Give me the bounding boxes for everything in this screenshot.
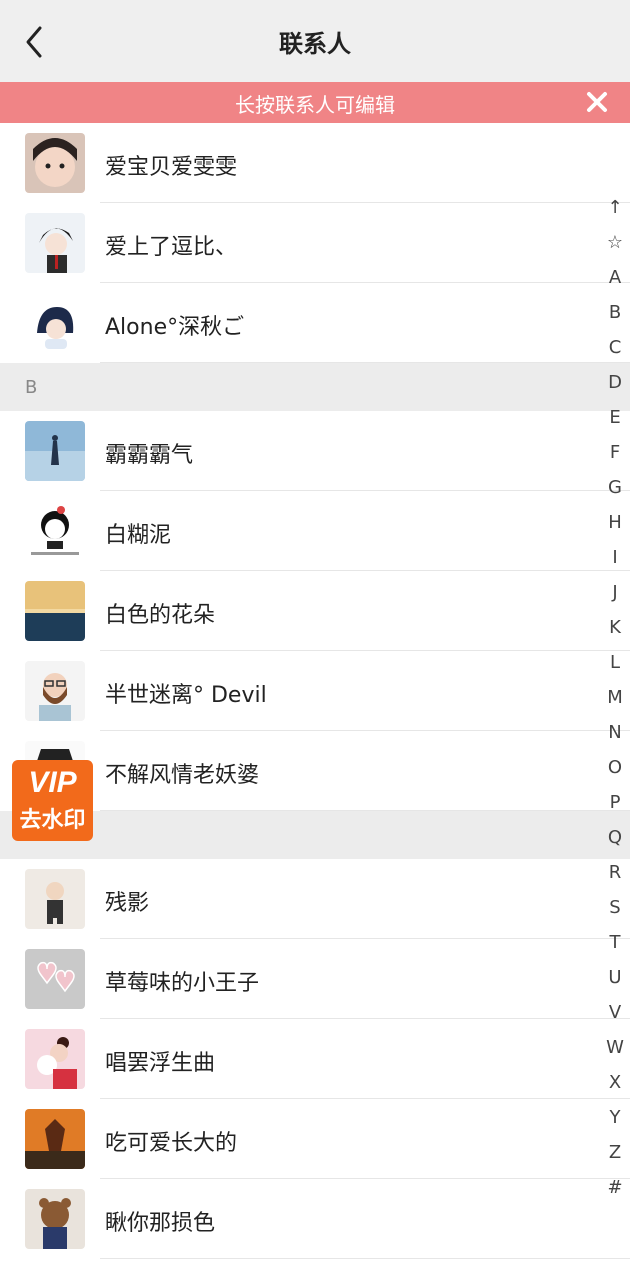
index-letter[interactable]: Z (600, 1140, 630, 1175)
contact-row[interactable]: 半世迷离° Devil (0, 651, 630, 731)
contact-name: 霸霸霸气 (105, 443, 194, 468)
contact-row[interactable]: 霸霸霸气 (0, 411, 630, 491)
index-letter[interactable]: T (600, 930, 630, 965)
contact-avatar (25, 1029, 85, 1089)
index-letter[interactable]: I (600, 545, 630, 580)
index-letter[interactable]: F (600, 440, 630, 475)
contact-row[interactable]: 白色的花朵 (0, 571, 630, 651)
index-letter[interactable]: # (600, 1175, 630, 1210)
contact-name: 白糊泥 (105, 523, 172, 548)
close-icon (587, 92, 607, 112)
contact-avatar (25, 949, 85, 1009)
contact-row[interactable]: 瞅你那损色 (0, 1179, 630, 1259)
contact-row[interactable]: 爱上了逗比、 (0, 203, 630, 283)
index-letter[interactable]: J (600, 580, 630, 615)
vip-label: VIP (28, 766, 77, 799)
contact-avatar (25, 661, 85, 721)
index-letter[interactable]: O (600, 755, 630, 790)
close-banner-button[interactable] (582, 87, 612, 117)
contact-name: 半世迷离° Devil (105, 683, 267, 708)
index-letter[interactable]: B (600, 300, 630, 335)
index-letter[interactable]: ↑ (600, 195, 630, 230)
contact-row[interactable]: 不解风情老妖婆 (0, 731, 630, 811)
index-letter[interactable]: M (600, 685, 630, 720)
contact-avatar (25, 213, 85, 273)
contact-row[interactable]: 爱宝贝爱雯雯 (0, 123, 630, 203)
index-letter[interactable]: ☆ (600, 230, 630, 265)
page-title: 联系人 (279, 30, 351, 58)
contact-avatar (25, 869, 85, 929)
contact-row[interactable]: 吃可爱长大的 (0, 1099, 630, 1179)
alphabet-index[interactable]: ↑ ☆ A B C D E F G H I J K L M N O P Q R S T U V W X Y Z # (600, 195, 630, 1210)
contact-avatar (25, 1109, 85, 1169)
contact-row[interactable]: 唱罢浮生曲 (0, 1019, 630, 1099)
contact-name: 吃可爱长大的 (105, 1131, 238, 1156)
row-divider (100, 1258, 630, 1259)
contact-row[interactable]: 残影 (0, 859, 630, 939)
contact-name: 爱上了逗比、 (105, 235, 238, 260)
contact-name: 草莓味的小王子 (105, 971, 260, 996)
index-letter[interactable]: H (600, 510, 630, 545)
index-letter[interactable]: N (600, 720, 630, 755)
index-letter[interactable]: S (600, 895, 630, 930)
contact-avatar (25, 501, 85, 561)
hint-banner: 长按联系人可编辑 (0, 82, 630, 123)
index-letter[interactable]: X (600, 1070, 630, 1105)
header-bar: 联系人 (0, 0, 630, 82)
index-letter[interactable]: U (600, 965, 630, 1000)
hint-text: 长按联系人可编辑 (235, 93, 395, 117)
index-letter[interactable]: L (600, 650, 630, 685)
vip-remove-watermark-badge[interactable]: VIP 去水印 (12, 760, 93, 841)
contact-name: 唱罢浮生曲 (105, 1051, 216, 1076)
contact-avatar (25, 293, 85, 353)
contact-list: 爱宝贝爱雯雯 爱上了逗比、 Alone°深秋ご B 霸霸霸气白糊泥白色的花朵半世迷离° … (0, 123, 630, 1259)
index-letter[interactable]: W (600, 1035, 630, 1070)
index-letter[interactable]: P (600, 790, 630, 825)
contact-row[interactable]: Alone°深秋ご (0, 283, 630, 363)
contact-name: 不解风情老妖婆 (105, 763, 260, 788)
index-letter[interactable]: C (600, 335, 630, 370)
index-letter[interactable]: E (600, 405, 630, 440)
contact-name: 爱宝贝爱雯雯 (105, 155, 238, 180)
index-letter[interactable]: G (600, 475, 630, 510)
section-letter: B (25, 377, 38, 398)
index-letter[interactable]: A (600, 265, 630, 300)
section-header: C (0, 811, 630, 859)
contact-avatar (25, 1189, 85, 1249)
contact-avatar (25, 581, 85, 641)
section-header: B (0, 363, 630, 411)
contact-name: Alone°深秋ご (105, 315, 245, 340)
contact-name: 白色的花朵 (105, 603, 216, 628)
index-letter[interactable]: Y (600, 1105, 630, 1140)
contact-row[interactable]: 草莓味的小王子 (0, 939, 630, 1019)
contact-avatar (25, 421, 85, 481)
index-letter[interactable]: R (600, 860, 630, 895)
contact-avatar (25, 133, 85, 193)
contact-row[interactable]: 白糊泥 (0, 491, 630, 571)
contact-name: 残影 (105, 891, 150, 916)
index-letter[interactable]: V (600, 1000, 630, 1035)
index-letter[interactable]: D (600, 370, 630, 405)
index-letter[interactable]: Q (600, 825, 630, 860)
remove-watermark-label: 去水印 (19, 808, 86, 833)
contact-name: 瞅你那损色 (105, 1211, 216, 1236)
index-letter[interactable]: K (600, 615, 630, 650)
